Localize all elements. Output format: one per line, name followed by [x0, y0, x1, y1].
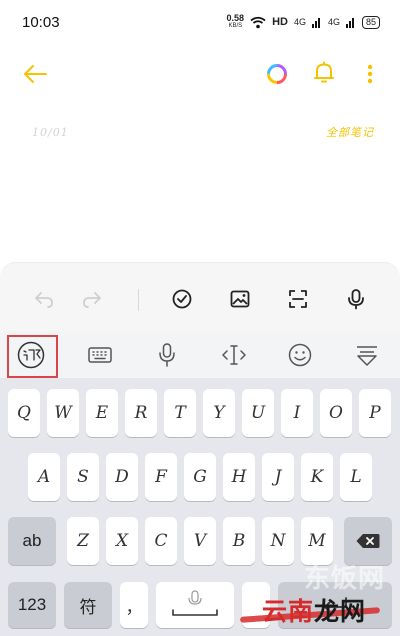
- space-key[interactable]: [156, 582, 234, 628]
- comma-key[interactable]: ，: [120, 582, 148, 628]
- backspace-icon: [356, 534, 380, 548]
- key-i[interactable]: I: [281, 389, 313, 437]
- key-u[interactable]: U: [242, 389, 274, 437]
- color-palette-icon[interactable]: [265, 62, 289, 86]
- battery-icon: 85: [361, 15, 380, 29]
- signal-1-label: 4G: [293, 17, 306, 27]
- voice-input-icon[interactable]: [153, 342, 181, 368]
- key-b[interactable]: B: [223, 517, 255, 565]
- key-z[interactable]: Z: [67, 517, 99, 565]
- space-bar-icon: [172, 590, 218, 616]
- enter-key[interactable]: [278, 582, 392, 628]
- key-v[interactable]: V: [184, 517, 216, 565]
- network-speed-unit: KB/S: [228, 23, 243, 29]
- key-c[interactable]: C: [145, 517, 177, 565]
- collapse-keyboard-icon[interactable]: [353, 342, 381, 368]
- key-t[interactable]: T: [164, 389, 196, 437]
- app-header: [0, 54, 400, 94]
- key-o[interactable]: O: [320, 389, 352, 437]
- note-date: 10/01: [32, 126, 69, 139]
- numbers-key[interactable]: 123: [8, 582, 56, 628]
- checklist-icon[interactable]: [170, 287, 194, 311]
- symbols-key[interactable]: 符: [64, 582, 112, 628]
- key-m[interactable]: M: [301, 517, 333, 565]
- highlight-box: [7, 335, 58, 378]
- key-e[interactable]: E: [86, 389, 118, 437]
- editor-toolbar: [0, 262, 400, 332]
- enter-icon: [324, 597, 347, 613]
- more-options-icon[interactable]: [360, 62, 380, 86]
- signal-2-icon: [345, 18, 354, 28]
- cursor-move-icon[interactable]: [220, 342, 248, 368]
- keyboard-icon[interactable]: [86, 342, 114, 368]
- emoji-icon[interactable]: [286, 342, 314, 368]
- toolbar-divider: [138, 289, 139, 311]
- note-folder-label[interactable]: 全部笔记: [326, 124, 374, 140]
- key-n[interactable]: N: [262, 517, 294, 565]
- key-j[interactable]: J: [262, 453, 294, 501]
- status-indicators: 0.58 KB/S HD 4G 4G 85: [227, 14, 380, 30]
- status-time: 10:03: [22, 14, 60, 31]
- key-f[interactable]: F: [145, 453, 177, 501]
- keyboard-toolbar: [0, 332, 400, 378]
- bell-icon[interactable]: [312, 60, 336, 86]
- key-w[interactable]: W: [47, 389, 79, 437]
- microphone-icon[interactable]: [344, 287, 368, 311]
- undo-icon[interactable]: [32, 287, 56, 311]
- keyboard: Q W E R T Y U I O P A S D F G H J K L ab…: [0, 332, 400, 636]
- key-a[interactable]: A: [28, 453, 60, 501]
- signal-2-label: 4G: [327, 17, 340, 27]
- key-q[interactable]: Q: [8, 389, 40, 437]
- wifi-icon: [250, 16, 266, 28]
- key-s[interactable]: S: [67, 453, 99, 501]
- backspace-key[interactable]: [344, 517, 392, 565]
- key-g[interactable]: G: [184, 453, 216, 501]
- network-speed-value: 0.58: [226, 13, 245, 23]
- shift-key[interactable]: ab: [8, 517, 56, 565]
- key-r[interactable]: R: [125, 389, 157, 437]
- hd-indicator: HD: [272, 16, 288, 28]
- status-bar: 10:03 0.58 KB/S HD 4G 4G 85: [0, 0, 400, 44]
- key-l[interactable]: L: [340, 453, 372, 501]
- key-y[interactable]: Y: [203, 389, 235, 437]
- redo-icon[interactable]: [80, 287, 104, 311]
- key-d[interactable]: D: [106, 453, 138, 501]
- image-icon[interactable]: [228, 287, 252, 311]
- key-h[interactable]: H: [223, 453, 255, 501]
- period-key[interactable]: [242, 582, 270, 628]
- key-x[interactable]: X: [106, 517, 138, 565]
- scan-icon[interactable]: [286, 287, 310, 311]
- signal-1-icon: [311, 18, 320, 28]
- key-k[interactable]: K: [301, 453, 333, 501]
- key-p[interactable]: P: [359, 389, 391, 437]
- network-speed: 0.58 KB/S: [227, 14, 245, 30]
- back-arrow-icon[interactable]: [22, 62, 48, 86]
